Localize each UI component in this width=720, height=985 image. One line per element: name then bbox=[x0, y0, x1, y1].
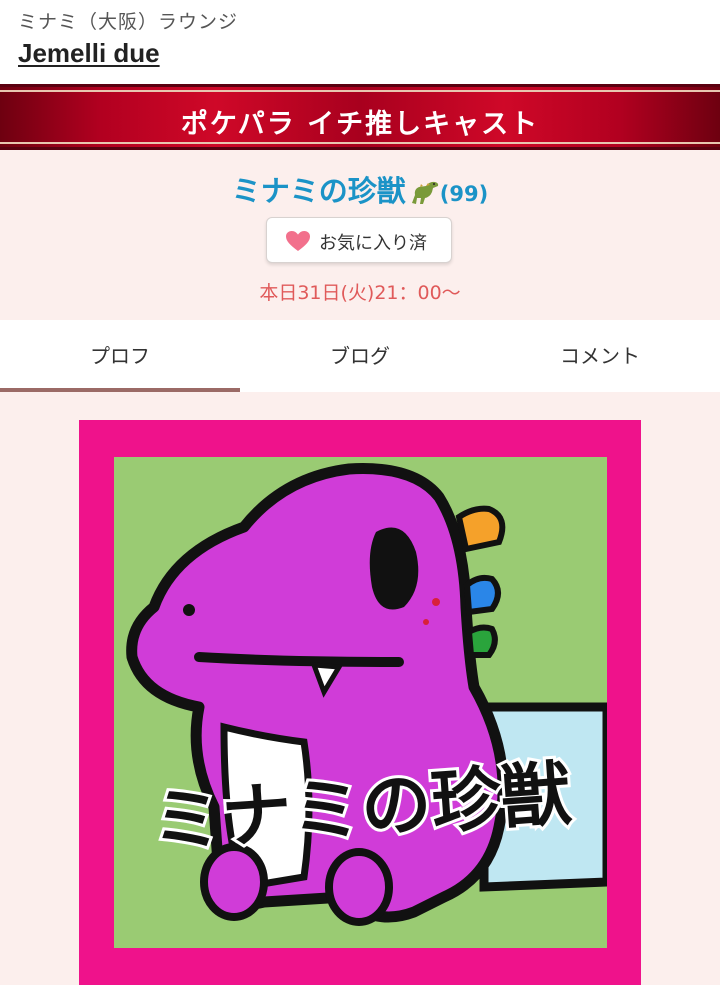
favorite-button[interactable]: お気に入り済 bbox=[266, 217, 452, 263]
header: ミナミ（大阪）ラウンジ Jemelli due bbox=[0, 0, 720, 84]
tab-comment[interactable]: コメント bbox=[480, 320, 720, 392]
dinosaur-icon bbox=[411, 181, 438, 204]
tab-profile[interactable]: プロフ bbox=[0, 320, 240, 392]
tab-blog-label: ブログ bbox=[330, 344, 390, 368]
schedule-text: 本日31日(火)21：00〜 bbox=[259, 282, 461, 304]
cast-photo[interactable]: ミナミの珍獣 bbox=[114, 457, 607, 948]
favorite-button-label: お気に入り済 bbox=[319, 233, 427, 254]
cast-photo-frame: ミナミの珍獣 bbox=[79, 420, 641, 985]
profile-content: ミナミの珍獣 bbox=[0, 392, 720, 985]
recommend-banner: ポケパラ イチ推しキャスト bbox=[0, 84, 720, 150]
cast-profile-header: ミナミの珍獣 (99) お気に入り済 本日31日(火)21：00〜 bbox=[0, 150, 720, 320]
cast-name: ミナミの珍獣 (99) bbox=[0, 168, 720, 210]
heart-icon bbox=[286, 231, 310, 251]
profile-tabs: プロフ ブログ コメント bbox=[0, 320, 720, 392]
tab-blog[interactable]: ブログ bbox=[240, 320, 480, 392]
banner-title: ポケパラ イチ推しキャスト bbox=[180, 109, 540, 140]
tab-profile-label: プロフ bbox=[90, 344, 150, 368]
tab-comment-label: コメント bbox=[560, 344, 640, 368]
area-label: ミナミ（大阪）ラウンジ bbox=[18, 11, 239, 33]
cast-name-text: ミナミの珍獣 bbox=[231, 174, 406, 208]
shop-name-link[interactable]: Jemelli due bbox=[18, 38, 160, 69]
cast-age: (99) bbox=[439, 182, 489, 206]
